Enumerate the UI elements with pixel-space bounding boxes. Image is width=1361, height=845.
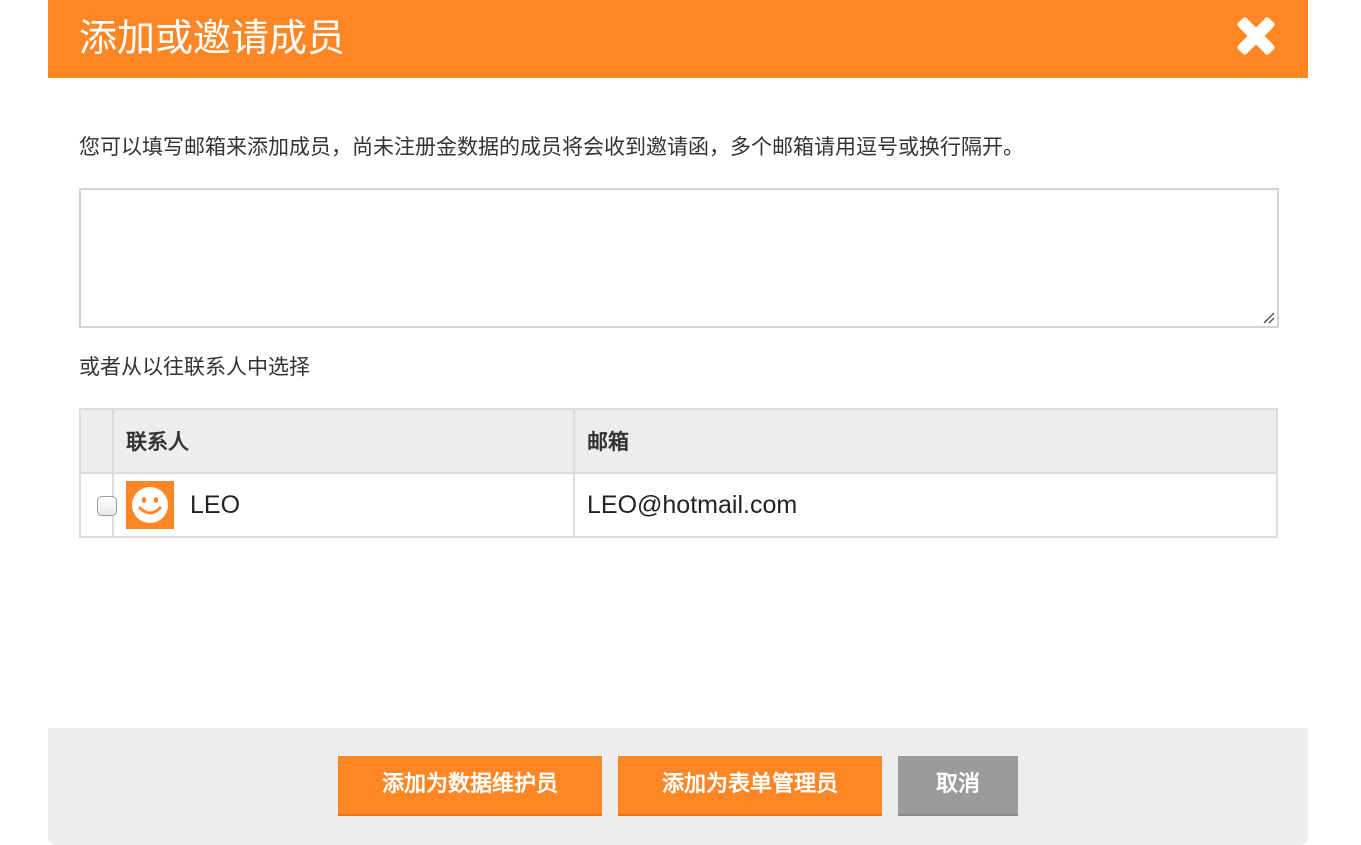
header-contact: 联系人 bbox=[112, 408, 575, 474]
table-row: LEO LEO@hotmail.com bbox=[79, 472, 1278, 538]
smiley-face-icon bbox=[126, 481, 174, 529]
add-as-form-admin-button[interactable]: 添加为表单管理员 bbox=[618, 756, 882, 816]
contact-email: LEO@hotmail.com bbox=[587, 490, 798, 519]
invite-description: 您可以填写邮箱来添加成员，尚未注册金数据的成员将会收到邀请函，多个邮箱请用逗号或… bbox=[79, 135, 1024, 159]
close-icon[interactable] bbox=[1232, 12, 1280, 60]
dialog-title: 添加或邀请成员 bbox=[79, 16, 346, 60]
choose-contacts-label: 或者从以往联系人中选择 bbox=[79, 355, 310, 379]
contact-name: LEO bbox=[190, 490, 241, 519]
contacts-table: 联系人 邮箱 LEO LEO@hotmail.com bbox=[79, 408, 1278, 538]
email-input-box bbox=[79, 188, 1279, 328]
row-checkbox-cell bbox=[79, 472, 117, 538]
header-email: 邮箱 bbox=[573, 408, 1278, 474]
resize-handle-icon[interactable] bbox=[1261, 310, 1275, 324]
add-as-data-maintainer-button[interactable]: 添加为数据维护员 bbox=[338, 756, 602, 816]
row-contact-cell: LEO bbox=[112, 472, 575, 538]
add-member-dialog: 添加或邀请成员 您可以填写邮箱来添加成员，尚未注册金数据的成员将会收到邀请函，多… bbox=[48, 0, 1308, 845]
dialog-footer: 添加为数据维护员 添加为表单管理员 取消 bbox=[48, 728, 1308, 845]
cancel-button[interactable]: 取消 bbox=[898, 756, 1018, 816]
header-checkbox-column bbox=[79, 408, 114, 474]
email-textarea[interactable] bbox=[81, 190, 1277, 326]
table-header-row: 联系人 邮箱 bbox=[79, 408, 1278, 474]
row-email-cell: LEO@hotmail.com bbox=[573, 472, 1278, 538]
contact-checkbox[interactable] bbox=[97, 496, 117, 516]
dialog-header: 添加或邀请成员 bbox=[48, 0, 1308, 78]
